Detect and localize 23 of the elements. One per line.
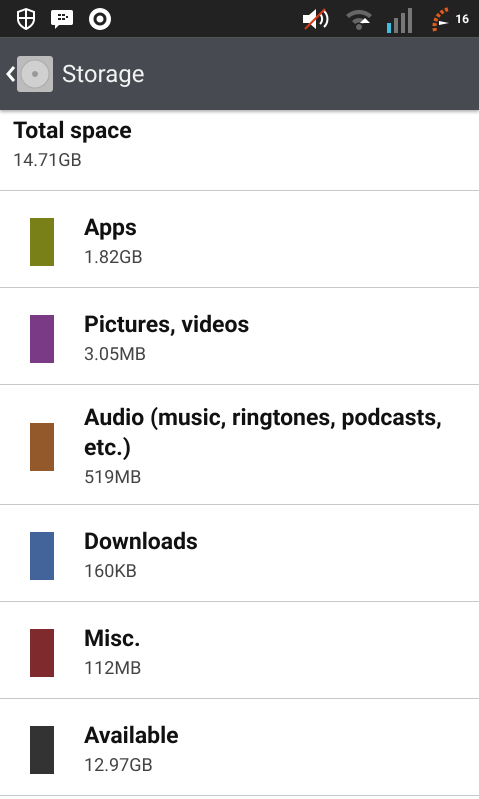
category-size: 1.82GB bbox=[84, 246, 144, 270]
chat-icon bbox=[50, 8, 74, 30]
screen-title: Storage bbox=[62, 60, 144, 88]
hard-drive-icon[interactable] bbox=[16, 55, 54, 93]
category-name: Downloads bbox=[84, 526, 199, 556]
total-space-value: 14.71GB bbox=[13, 149, 83, 173]
wifi-icon bbox=[345, 8, 374, 30]
category-name: Apps bbox=[84, 212, 138, 242]
category-name: Available bbox=[84, 720, 180, 750]
category-size: 12.97GB bbox=[84, 754, 154, 778]
category-name: Pictures, videos bbox=[84, 310, 250, 340]
category-size: 519MB bbox=[84, 466, 142, 490]
category-size: 160KB bbox=[84, 560, 138, 584]
category-name: Misc. bbox=[84, 624, 142, 654]
category-size: 112MB bbox=[84, 656, 142, 680]
back-icon[interactable] bbox=[6, 65, 16, 83]
muted-speaker-icon bbox=[301, 6, 332, 30]
shield-icon bbox=[16, 8, 36, 30]
ring-icon bbox=[88, 6, 112, 30]
battery-level-text: 16 bbox=[455, 12, 469, 26]
category-name: Audio (music, ringtones, podcasts, etc.) bbox=[84, 403, 443, 463]
total-space-label: Total space bbox=[13, 116, 133, 146]
category-size: 3.05MB bbox=[84, 342, 148, 366]
